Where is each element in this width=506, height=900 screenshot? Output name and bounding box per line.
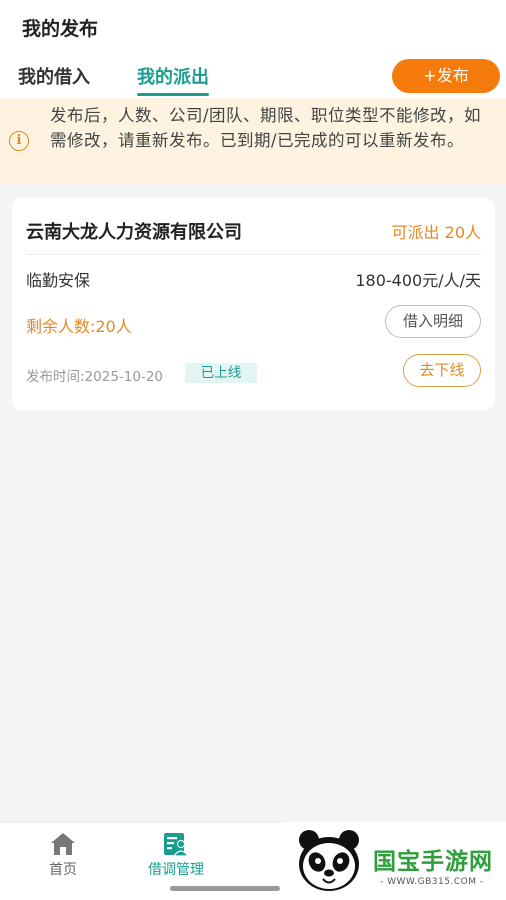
nav-item-loan-manage[interactable]: 借调管理	[121, 831, 231, 879]
nav-label-home: 首页	[49, 862, 77, 878]
home-icon	[51, 833, 75, 855]
borrow-detail-button[interactable]: 借入明细	[385, 305, 481, 338]
available-count: 可派出 20人	[391, 223, 481, 242]
nav-label-loan-manage: 借调管理	[148, 862, 204, 878]
publish-button[interactable]: +发布	[392, 59, 500, 93]
tab-my-dispatch[interactable]: 我的派出	[137, 63, 209, 96]
salary: 180-400元/人/天	[355, 271, 481, 290]
company-name: 云南大龙人力资源有限公司	[26, 222, 242, 243]
watermark-logo: 国宝手游网 - WWW.GB315.COM -	[283, 822, 506, 900]
info-icon: i	[9, 131, 29, 151]
loan-manage-icon	[164, 833, 190, 857]
tab-my-borrow[interactable]: 我的借入	[18, 63, 90, 89]
publish-time: 发布时间:2025-10-20	[26, 369, 164, 385]
page-title: 我的发布	[22, 18, 99, 40]
card-divider	[26, 254, 481, 255]
tab-my-dispatch-label: 我的派出	[137, 67, 209, 88]
status-badge: 已上线	[185, 363, 257, 383]
notice-banner: i 发布后，人数、公司/团队、期限、职位类型不能修改，如需修改，请重新发布。已到…	[0, 98, 506, 184]
tabs-bar: 我的借入 我的派出 +发布	[0, 52, 506, 98]
panda-icon	[299, 830, 359, 891]
nav-item-home[interactable]: 首页	[8, 831, 118, 879]
home-indicator	[170, 886, 280, 891]
active-tab-indicator	[137, 93, 209, 96]
watermark-url: - WWW.GB315.COM -	[380, 877, 484, 887]
take-offline-button[interactable]: 去下线	[403, 354, 481, 387]
watermark-title: 国宝手游网	[373, 849, 493, 875]
dispatch-card[interactable]: 云南大龙人力资源有限公司 可派出 20人 临勤安保 180-400元/人/天 剩…	[12, 198, 495, 410]
page-header: 我的发布	[0, 0, 506, 52]
remaining-count: 剩余人数:20人	[26, 317, 132, 336]
notice-text: 发布后，人数、公司/团队、期限、职位类型不能修改，如需修改，请重新发布。已到期/…	[50, 106, 482, 150]
job-type: 临勤安保	[26, 271, 91, 290]
